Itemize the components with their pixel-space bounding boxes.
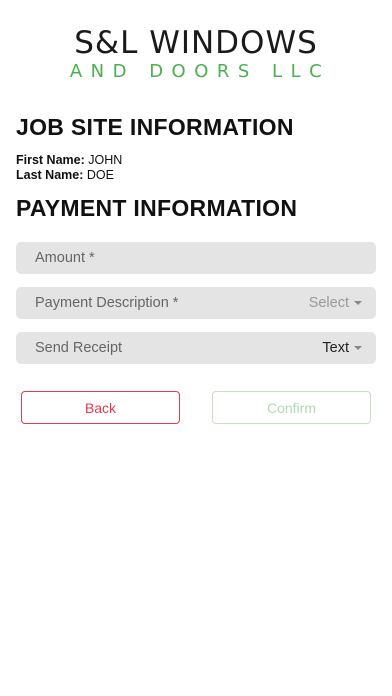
job-site-title: JOB SITE INFORMATION (16, 114, 294, 140)
last-name-label: Last Name: (16, 168, 84, 182)
amount-placeholder: Amount * (35, 250, 95, 266)
send-receipt-select[interactable]: Send Receipt Text (16, 332, 376, 364)
back-button[interactable]: Back (21, 391, 180, 424)
send-receipt-label: Send Receipt (35, 340, 123, 356)
payment-description-select[interactable]: Payment Description * Select (16, 287, 376, 319)
payment-description-dropdown[interactable]: Select (309, 295, 362, 311)
payment-screen: S&L WINDOWS AND DOORS LLC JOB SITE INFOR… (0, 0, 392, 696)
last-name-value: DOE (86, 168, 114, 182)
send-receipt-dropdown[interactable]: Text (322, 340, 362, 356)
company-logo: S&L WINDOWS AND DOORS LLC (0, 26, 392, 84)
payment-description-value: Select (308, 295, 349, 311)
payment-description-label: Payment Description * (35, 295, 179, 311)
first-name-label: First Name: (16, 153, 85, 167)
amount-input[interactable]: Amount * (16, 242, 376, 274)
chevron-down-icon (354, 346, 362, 350)
last-name-row: Last Name: DOE (16, 168, 114, 183)
logo-line-2: AND DOORS LLC (69, 61, 331, 82)
first-name-value: JOHN (88, 153, 123, 167)
first-name-row: First Name: JOHN (16, 153, 122, 168)
chevron-down-icon (354, 301, 362, 305)
send-receipt-value: Text (322, 340, 349, 356)
confirm-button[interactable]: Confirm (212, 391, 371, 424)
logo-line-1: S&L WINDOWS (74, 25, 318, 61)
payment-title: PAYMENT INFORMATION (16, 195, 298, 221)
